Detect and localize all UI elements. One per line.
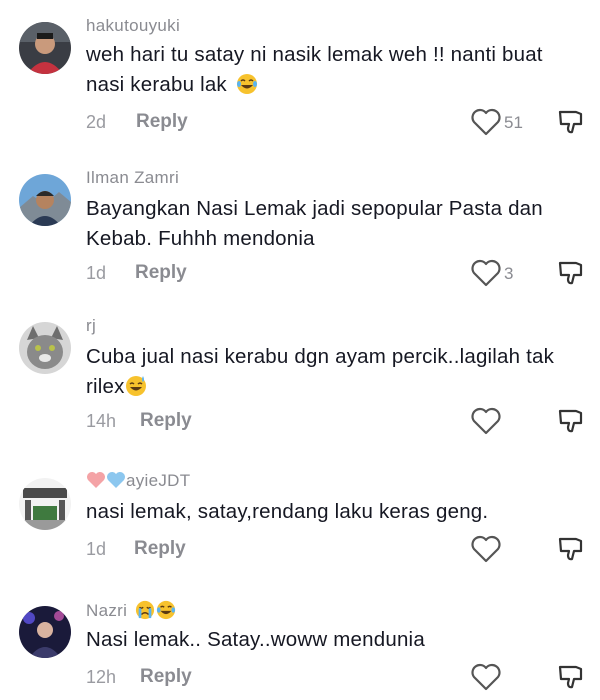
reply-button[interactable]: Reply	[136, 111, 188, 133]
comment-username[interactable]: rj	[86, 316, 96, 336]
heart-outline-icon[interactable]	[470, 535, 502, 563]
comment-time: 1d	[86, 263, 107, 283]
thumbs-down-icon[interactable]	[557, 407, 585, 435]
comment-username[interactable]: ayieJDT	[86, 471, 190, 491]
comment-text-content: weh hari tu satay ni nasik lemak weh !! …	[86, 43, 543, 96]
crying-face-emoji-icon	[136, 600, 155, 620]
comment-time: 2d	[86, 112, 107, 132]
tears-of-joy-emoji-icon	[157, 600, 176, 620]
comment-text: Nasi lemak.. Satay..woww mendunia	[86, 628, 425, 651]
thumbs-down-icon[interactable]	[557, 663, 585, 691]
thumbs-down-icon[interactable]	[557, 535, 585, 563]
comment-text-content: Cuba jual nasi kerabu dgn ayam percik..l…	[86, 345, 555, 398]
comment-time: 12h	[86, 667, 117, 687]
comment-text: nasi lemak, satay,rendang laku keras gen…	[86, 500, 489, 523]
heart-outline-icon[interactable]	[470, 407, 502, 435]
grinning-sweat-emoji-icon	[125, 376, 146, 396]
reply-button[interactable]: Reply	[140, 410, 192, 432]
avatar[interactable]	[19, 22, 71, 74]
like-count: 51	[504, 113, 523, 132]
tears-of-joy-emoji-icon	[236, 74, 257, 94]
reply-button[interactable]: Reply	[140, 666, 192, 688]
reply-button[interactable]: Reply	[134, 538, 186, 560]
pink-heart-icon	[87, 472, 105, 488]
comment-username[interactable]: hakutouyuki	[86, 16, 180, 36]
heart-outline-icon[interactable]	[470, 259, 502, 287]
light-blue-heart-icon	[107, 472, 125, 488]
comment-username[interactable]: Nazri	[86, 600, 176, 621]
like-count: 3	[504, 264, 514, 283]
comment-text: Bayangkan Nasi Lemak jadi sepopular Past…	[86, 197, 543, 250]
comment-username-text: Nazri	[86, 601, 128, 620]
comment-username-text: ayieJDT	[126, 471, 191, 490]
thumbs-down-icon[interactable]	[557, 259, 585, 287]
avatar[interactable]	[19, 606, 71, 658]
thumbs-down-icon[interactable]	[557, 108, 585, 136]
comment-time: 14h	[86, 411, 117, 431]
comment-time: 1d	[86, 539, 107, 559]
reply-button[interactable]: Reply	[135, 262, 187, 284]
avatar[interactable]	[19, 322, 71, 374]
avatar[interactable]	[19, 174, 71, 226]
comment-text: Cuba jual nasi kerabu dgn ayam percik..l…	[86, 342, 556, 402]
avatar[interactable]	[19, 478, 71, 530]
comment-text: weh hari tu satay ni nasik lemak weh !! …	[86, 40, 556, 100]
comment-username[interactable]: Ilman Zamri	[86, 168, 179, 188]
heart-outline-icon[interactable]	[470, 108, 502, 136]
heart-outline-icon[interactable]	[470, 663, 502, 691]
